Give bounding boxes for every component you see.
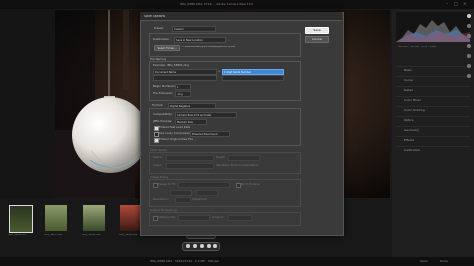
amount-label: Amount: <box>212 216 224 219</box>
example-value: IMG_5686b.dng <box>167 64 189 67</box>
preset-icon[interactable] <box>467 64 471 68</box>
intent-select[interactable] <box>166 163 214 169</box>
dialog-title: Save Options <box>144 14 166 18</box>
dont-enlarge-label: Don't Enlarge <box>241 183 261 186</box>
example-label: Example: <box>153 64 167 67</box>
depth-select[interactable] <box>228 155 260 161</box>
zoom-out-icon[interactable] <box>186 244 190 248</box>
preset-select[interactable]: Custom <box>172 26 216 32</box>
thumb-caption: IMG_5686.CR2 <box>8 234 27 236</box>
embed-fast-load-label: Embed Fast Load Data <box>159 126 191 129</box>
resolution-label: Resolution: <box>153 198 169 201</box>
select-folder-button[interactable]: Select Folder... <box>154 45 180 51</box>
panel-detail[interactable]: Detail <box>396 86 470 95</box>
sharpen-checkbox[interactable] <box>153 216 158 221</box>
preset-label: Preset: <box>154 27 164 30</box>
sharpen-label: Sharpen For: <box>158 216 176 219</box>
begin-numbering-input[interactable]: 1 <box>175 84 191 90</box>
destination-label: Destination: <box>153 38 170 41</box>
amount-select[interactable] <box>228 215 252 221</box>
black-point-label: Use Black Point Compensation <box>216 164 259 167</box>
filmstrip-thumb[interactable] <box>120 205 142 231</box>
jpeg-preview-select[interactable]: Medium Size <box>175 119 207 125</box>
redeye-icon[interactable] <box>467 54 471 58</box>
histogram-readout: ISO 100 · 50 mm · f/2.8 · 1/60s <box>398 46 437 48</box>
resolution-unit: pixels/inch <box>192 198 207 201</box>
folder-path: C:\Users\Desktop\Pictures\Lightroom\Edit… <box>182 46 235 48</box>
open-button[interactable]: Open <box>420 260 428 263</box>
dont-enlarge-checkbox[interactable] <box>236 183 241 188</box>
histogram <box>396 12 470 42</box>
panel-optics[interactable]: Optics <box>396 116 470 125</box>
lossy-checkbox[interactable] <box>154 132 159 137</box>
dialog-title-bar: Save Options <box>140 12 342 21</box>
tool-strip <box>466 14 472 94</box>
panel-geometry[interactable]: Geometry <box>396 126 470 135</box>
close-icon[interactable]: × <box>463 2 466 6</box>
settings-icon[interactable] <box>213 244 217 248</box>
histogram-graph <box>396 20 470 42</box>
plus-icon: + <box>218 70 221 73</box>
intent-label: Intent: <box>153 164 163 167</box>
format-label: Format: <box>152 104 163 107</box>
space-label: Space: <box>153 156 163 159</box>
output-sharpening-section <box>149 212 301 226</box>
panel-calibration[interactable]: Calibration <box>396 146 470 155</box>
thumb-caption: IMG_5688.CR2 <box>82 234 101 236</box>
title-bar: IMG_5686.CR2, 5716 ... Adobe Camera Raw … <box>0 0 474 9</box>
status-bar: IMG_5686.CR2 · 5616x3744 · 2.0 MP · 300 … <box>0 257 474 266</box>
file-extension-select[interactable]: .dng <box>175 91 191 97</box>
embed-original-label: Embed Original Raw File <box>159 138 193 141</box>
name-field-3[interactable] <box>153 75 217 81</box>
resize-select[interactable] <box>178 182 230 188</box>
heal-icon[interactable] <box>467 34 471 38</box>
more-icon[interactable] <box>467 74 471 78</box>
lossy-label: Use Lossy Compression: <box>159 132 193 135</box>
zoom-controls <box>182 242 220 251</box>
edit-icon[interactable] <box>467 14 471 18</box>
compatibility-select[interactable]: Camera Raw 13.0 and later <box>175 112 237 118</box>
width-input[interactable] <box>170 190 192 196</box>
cancel-button[interactable]: Cancel <box>305 36 329 43</box>
crop-icon[interactable] <box>467 24 471 28</box>
resize-to-fit-checkbox[interactable] <box>153 183 158 188</box>
embed-fast-load-checkbox[interactable] <box>154 126 159 131</box>
panel-basic[interactable]: Basic <box>396 66 470 75</box>
zoom-in-icon[interactable] <box>200 244 204 248</box>
jpeg-preview-label: JPEG Preview: <box>153 120 173 123</box>
file-extension-label: File Extension: <box>153 92 174 95</box>
resize-to-fit-label: Resize to Fit: <box>158 183 176 186</box>
compatibility-label: Compatibility: <box>153 113 173 116</box>
panel-color-grading[interactable]: Color Grading <box>396 106 470 115</box>
done-button[interactable]: Done <box>440 260 448 263</box>
filmstrip-thumb[interactable] <box>83 205 105 231</box>
filmstrip-thumb[interactable] <box>9 205 33 233</box>
fit-icon[interactable] <box>193 244 197 248</box>
name-field-4[interactable] <box>222 75 284 81</box>
embed-original-checkbox[interactable] <box>154 138 159 143</box>
save-button[interactable]: Save <box>305 27 329 34</box>
panel-color-mixer[interactable]: Color Mixer <box>396 96 470 105</box>
depth-label: Depth: <box>216 156 226 159</box>
window-title: IMG_5686.CR2, 5716 ... Adobe Camera Raw … <box>180 3 254 6</box>
thumb-caption: IMG_5687.CR2 <box>44 234 63 236</box>
minimize-icon[interactable]: – <box>446 2 448 6</box>
mask-icon[interactable] <box>467 44 471 48</box>
lossy-select[interactable]: Preserve Pixel Count <box>190 131 230 137</box>
compare-icon[interactable] <box>207 244 211 248</box>
panel-effects[interactable]: Effects <box>396 136 470 145</box>
destination-select[interactable]: Save in New Location <box>174 37 226 43</box>
resolution-input[interactable] <box>175 197 191 203</box>
filmstrip-thumb[interactable] <box>45 205 67 231</box>
maximize-icon[interactable]: □ <box>454 2 458 6</box>
status-text: IMG_5686.CR2 · 5616x3744 · 2.0 MP · 300 … <box>150 260 220 263</box>
file-naming-section <box>149 61 301 101</box>
panel-curve[interactable]: Curve <box>396 76 470 85</box>
left-rail <box>0 9 55 199</box>
height-input[interactable] <box>196 190 218 196</box>
sharpen-select[interactable] <box>178 215 210 221</box>
space-select[interactable] <box>166 155 214 161</box>
